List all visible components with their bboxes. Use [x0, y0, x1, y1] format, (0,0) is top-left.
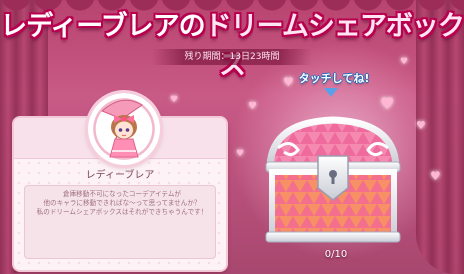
character-portrait [88, 93, 160, 165]
heart-icon: ♥ [430, 169, 441, 183]
character-name: レディーブレア [85, 170, 155, 181]
heart-icon: ♥ [170, 95, 179, 105]
description-line: 私のドリームシェアボックスはそれができちゃうんです！ [36, 208, 208, 216]
treasure-chest-icon [265, 116, 401, 243]
dream-share-box[interactable] [258, 108, 408, 248]
heart-icon: ♥ [236, 149, 245, 159]
character-avatar-icon [101, 99, 143, 158]
tap-prompt: タッチしてね! [298, 72, 370, 85]
description-line: 倉庫移動不可になったコーデアイテムが [62, 190, 182, 198]
heart-icon: ♥ [248, 101, 257, 112]
tap-arrow-icon [324, 88, 338, 97]
remaining-period: 残り期間：13日23時間 [152, 49, 312, 65]
description-line: 他のキャラに移動できればな～って思ってませんか？ [43, 199, 201, 207]
page-title: レディーブレアのドリームシェアボックス [0, 4, 464, 82]
character-description: 倉庫移動不可になったコーデアイテムが 他のキャラに移動できればな～って思ってませ… [30, 190, 214, 217]
title-prefix: レディーブレアの [0, 11, 205, 42]
share-counter: 0/10 [324, 249, 348, 260]
heart-icon: ♥ [416, 119, 426, 132]
